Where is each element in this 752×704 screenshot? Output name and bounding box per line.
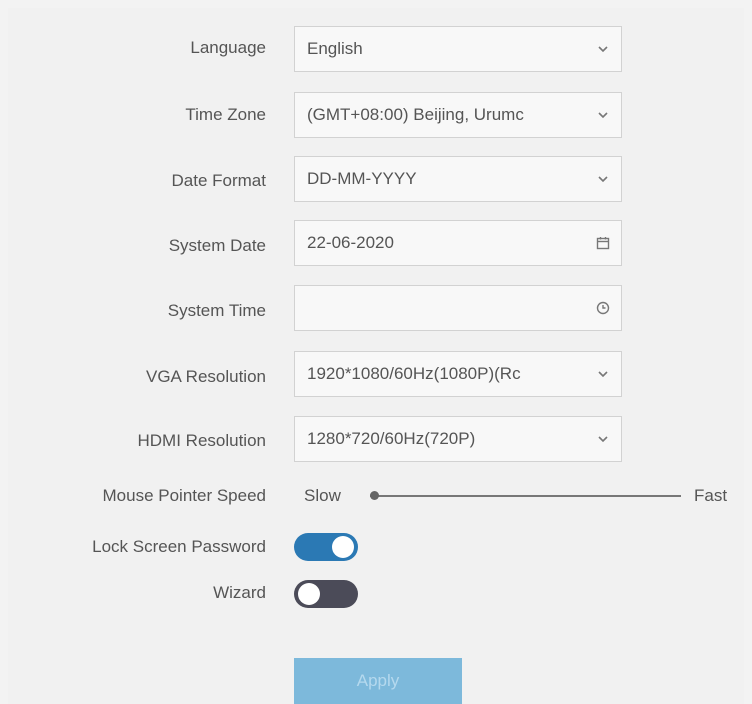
hdmi-resolution-label: HDMI Resolution bbox=[137, 431, 267, 450]
vga-resolution-select[interactable]: 1920*1080/60Hz(1080P)(Rc bbox=[294, 351, 622, 397]
language-value: English bbox=[307, 39, 363, 58]
apply-button[interactable]: Apply bbox=[294, 658, 462, 704]
hdmi-resolution-value: 1280*720/60Hz(720P) bbox=[307, 429, 476, 448]
date-format-label: Date Format bbox=[171, 171, 266, 190]
date-format-value: DD-MM-YYYY bbox=[307, 169, 417, 188]
calendar-icon[interactable] bbox=[595, 221, 611, 265]
wizard-label: Wizard bbox=[213, 583, 266, 602]
chevron-down-icon bbox=[595, 27, 611, 71]
system-date-field[interactable]: 22-06-2020 bbox=[294, 220, 622, 266]
lock-screen-password-label: Lock Screen Password bbox=[92, 537, 266, 556]
chevron-down-icon bbox=[595, 157, 611, 201]
vga-resolution-value: 1920*1080/60Hz(1080P)(Rc bbox=[307, 364, 521, 383]
slider-max-label: Fast bbox=[694, 486, 728, 505]
language-select[interactable]: English bbox=[294, 26, 622, 72]
date-format-select[interactable]: DD-MM-YYYY bbox=[294, 156, 622, 202]
slider-track[interactable] bbox=[370, 495, 681, 497]
time-zone-select[interactable]: (GMT+08:00) Beijing, Urumc bbox=[294, 92, 622, 138]
toggle-knob bbox=[332, 536, 354, 558]
system-date-label: System Date bbox=[168, 236, 266, 255]
hdmi-resolution-select[interactable]: 1280*720/60Hz(720P) bbox=[294, 416, 622, 462]
chevron-down-icon bbox=[595, 93, 611, 137]
chevron-down-icon bbox=[595, 352, 611, 396]
slider-thumb[interactable] bbox=[370, 491, 379, 500]
time-zone-value: (GMT+08:00) Beijing, Urumc bbox=[307, 105, 524, 124]
system-time-label: System Time bbox=[167, 301, 266, 320]
system-date-value: 22-06-2020 bbox=[307, 233, 394, 252]
lock-screen-password-toggle[interactable] bbox=[294, 533, 358, 561]
language-label: Language bbox=[190, 38, 266, 57]
chevron-down-icon bbox=[595, 417, 611, 461]
time-zone-label: Time Zone bbox=[185, 105, 266, 124]
wizard-toggle[interactable] bbox=[294, 580, 358, 608]
mouse-pointer-speed-label: Mouse Pointer Speed bbox=[102, 486, 267, 505]
slider-min-label: Slow bbox=[304, 486, 341, 505]
system-time-field[interactable] bbox=[294, 285, 622, 331]
toggle-knob bbox=[298, 583, 320, 605]
clock-icon[interactable] bbox=[595, 286, 611, 330]
vga-resolution-label: VGA Resolution bbox=[145, 367, 266, 386]
